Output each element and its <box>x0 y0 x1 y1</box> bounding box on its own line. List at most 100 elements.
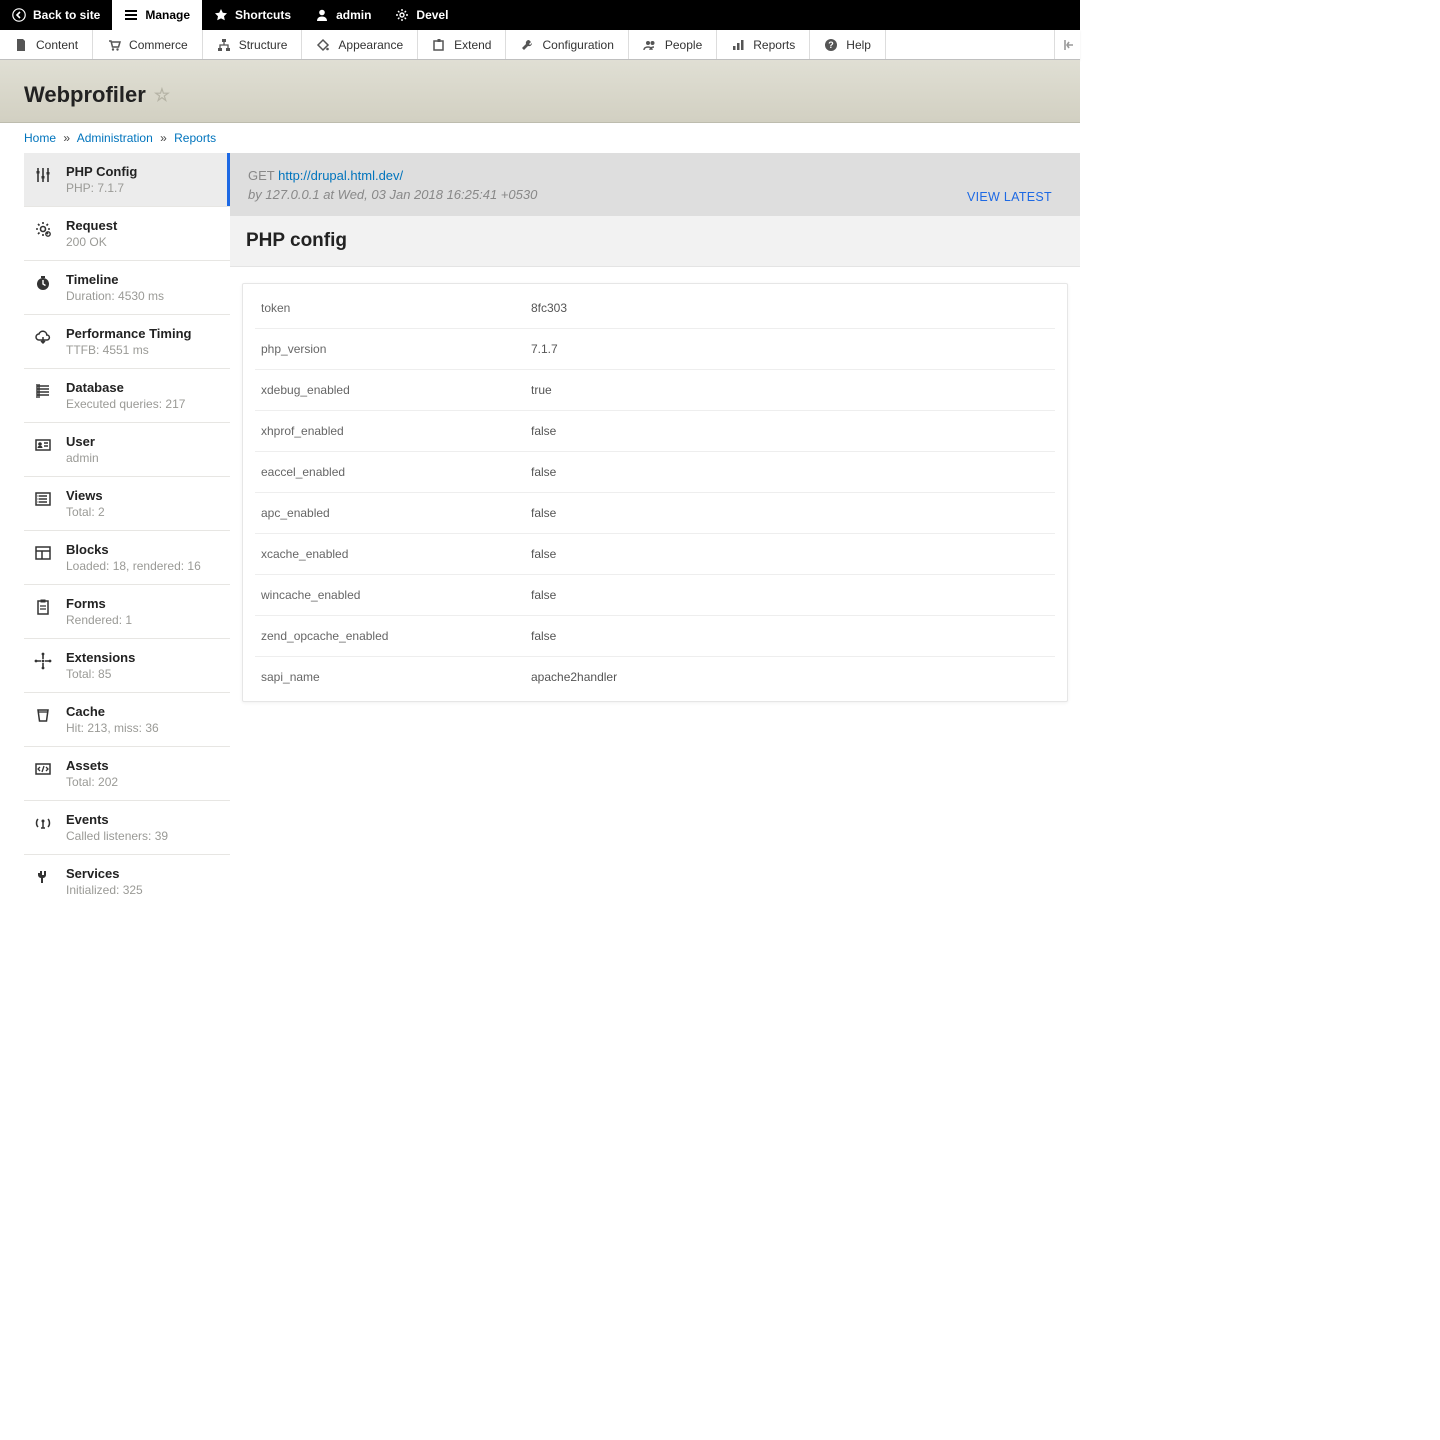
view-latest-link[interactable]: VIEW LATEST <box>967 190 1052 204</box>
sidebar-item-title: Cache <box>66 704 159 719</box>
tuning-icon <box>34 166 52 184</box>
sidebar-item-assets[interactable]: Assets Total: 202 <box>24 747 230 801</box>
sidebar-item-services[interactable]: ServicesInitialized: 325 <box>24 855 230 908</box>
menu-reports[interactable]: Reports <box>717 30 810 59</box>
top-toolbar: Back to site Manage Shortcuts admin Deve… <box>0 0 1080 30</box>
kv-key: php_version <box>255 329 525 370</box>
chart-icon <box>731 38 745 52</box>
sidebar-item-cache[interactable]: Cache Hit: 213, miss: 36 <box>24 693 230 747</box>
sidebar-item-forms[interactable]: FormsRendered: 1 <box>24 585 230 639</box>
clipboard-icon <box>34 598 52 616</box>
ext-icon <box>34 652 52 670</box>
sidebar-item-sub: 200 OK <box>66 235 117 249</box>
sidebar-item-timeline[interactable]: Timeline Duration: 4530 ms <box>24 261 230 315</box>
gear-icon <box>34 220 52 238</box>
sidebar-item-sub: Loaded: 18, rendered: 16 <box>66 559 201 573</box>
breadcrumb: Home » Administration » Reports <box>0 123 1080 153</box>
kv-key: wincache_enabled <box>255 575 525 616</box>
kv-value: false <box>525 534 1055 575</box>
star-icon <box>214 8 228 22</box>
menu-structure[interactable]: Structure <box>203 30 303 59</box>
title-band: Webprofiler ☆ <box>0 60 1080 123</box>
menu-extend[interactable]: Extend <box>418 30 506 59</box>
sidebar-item-title: Database <box>66 380 185 395</box>
crumb-reports[interactable]: Reports <box>174 131 216 145</box>
shortcuts-button[interactable]: Shortcuts <box>202 0 303 30</box>
menu-help[interactable]: ? Help <box>810 30 886 59</box>
sidebar-item-user[interactable]: Useradmin <box>24 423 230 477</box>
sidebar-item-request[interactable]: Request200 OK <box>24 207 230 261</box>
db-icon <box>34 382 52 400</box>
sidebar-item-php-config[interactable]: PHP Config PHP: 7.1.7 <box>24 153 230 207</box>
sidebar-item-title: Assets <box>66 758 118 773</box>
menu-commerce[interactable]: Commerce <box>93 30 203 59</box>
sidebar-item-title: User <box>66 434 99 449</box>
sidebar-item-title: Forms <box>66 596 132 611</box>
sidebar-item-sub: PHP: 7.1.7 <box>66 181 137 195</box>
kv-value: apache2handler <box>525 657 1055 698</box>
sidebar-item-sub: Total: 202 <box>66 775 118 789</box>
sidebar-item-views[interactable]: ViewsTotal: 2 <box>24 477 230 531</box>
kv-key: token <box>255 288 525 329</box>
kv-key: xdebug_enabled <box>255 370 525 411</box>
favorite-star-icon[interactable]: ☆ <box>154 85 170 106</box>
sidebar-item-title: Performance Timing <box>66 326 191 341</box>
devel-button[interactable]: Devel <box>383 0 460 30</box>
back-to-site-button[interactable]: Back to site <box>0 0 112 30</box>
user-menu-button[interactable]: admin <box>303 0 383 30</box>
bucket-icon <box>34 706 52 724</box>
menu-configuration-label: Configuration <box>542 38 613 52</box>
sidebar-item-extensions[interactable]: ExtensionsTotal: 85 <box>24 639 230 693</box>
sidebar-item-sub: Hit: 213, miss: 36 <box>66 721 159 735</box>
menu-help-label: Help <box>846 38 871 52</box>
sidebar-item-performance-timing[interactable]: Performance TimingTTFB: 4551 ms <box>24 315 230 369</box>
sidebar-item-title: PHP Config <box>66 164 137 179</box>
sidebar-item-sub: Total: 85 <box>66 667 135 681</box>
table-row: php_version7.1.7 <box>255 329 1055 370</box>
sidebar-item-sub: Duration: 4530 ms <box>66 289 164 303</box>
crumb-admin[interactable]: Administration <box>77 131 153 145</box>
sidebar-item-title: Timeline <box>66 272 164 287</box>
back-to-site-label: Back to site <box>33 8 100 22</box>
menu-commerce-label: Commerce <box>129 38 188 52</box>
request-by-prefix: by <box>248 187 262 202</box>
table-row: wincache_enabledfalse <box>255 575 1055 616</box>
svg-text:?: ? <box>829 40 835 50</box>
sidebar-item-sub: Executed queries: 217 <box>66 397 185 411</box>
cart-icon <box>107 38 121 52</box>
cloud-icon <box>34 328 52 346</box>
sidebar-item-sub: Total: 2 <box>66 505 105 519</box>
sidebar-item-events[interactable]: EventsCalled listeners: 39 <box>24 801 230 855</box>
sidebar-item-title: Events <box>66 812 168 827</box>
kv-value: 8fc303 <box>525 288 1055 329</box>
table-row: apc_enabledfalse <box>255 493 1055 534</box>
kv-key: zend_opcache_enabled <box>255 616 525 657</box>
menu-people[interactable]: People <box>629 30 717 59</box>
sidebar-item-database[interactable]: Database Executed queries: 217 <box>24 369 230 423</box>
sidebar-item-blocks[interactable]: BlocksLoaded: 18, rendered: 16 <box>24 531 230 585</box>
crumb-sep: » <box>160 131 167 145</box>
kv-key: xcache_enabled <box>255 534 525 575</box>
section-heading: PHP config <box>230 216 1080 267</box>
crumb-home[interactable]: Home <box>24 131 56 145</box>
hierarchy-icon <box>217 38 231 52</box>
manage-button[interactable]: Manage <box>112 0 202 30</box>
menu-configuration[interactable]: Configuration <box>506 30 628 59</box>
kv-key: sapi_name <box>255 657 525 698</box>
menu-content[interactable]: Content <box>0 30 93 59</box>
collapse-toolbar-button[interactable] <box>1054 30 1080 59</box>
table-row: token8fc303 <box>255 288 1055 329</box>
sidebar-item-sub: Initialized: 325 <box>66 883 143 897</box>
table-row: sapi_nameapache2handler <box>255 657 1055 698</box>
menu-appearance[interactable]: Appearance <box>302 30 418 59</box>
admin-menu: Content Commerce Structure Appearance Ex… <box>0 30 1080 60</box>
menu-people-label: People <box>665 38 702 52</box>
kv-value: false <box>525 452 1055 493</box>
request-url[interactable]: http://drupal.html.dev/ <box>278 168 403 183</box>
request-meta: by 127.0.0.1 at Wed, 03 Jan 2018 16:25:4… <box>248 187 1062 202</box>
kv-value: false <box>525 493 1055 534</box>
request-ip: 127.0.0.1 <box>265 187 319 202</box>
puzzle-icon <box>432 38 446 52</box>
table-row: eaccel_enabledfalse <box>255 452 1055 493</box>
php-config-card: token8fc303php_version7.1.7xdebug_enable… <box>242 283 1068 702</box>
